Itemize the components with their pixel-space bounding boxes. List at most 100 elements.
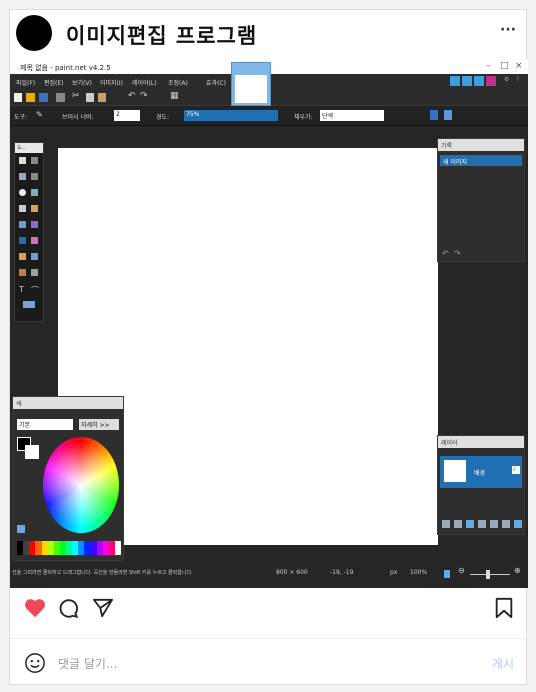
menu-file[interactable]: 파일(F) (16, 78, 35, 87)
avatar[interactable] (16, 15, 52, 51)
unit-label[interactable]: px (390, 569, 397, 576)
print-icon[interactable] (56, 93, 65, 102)
hardness-slider[interactable]: 75% (184, 110, 278, 121)
move-layer-up-icon[interactable] (490, 520, 498, 528)
bookmark-icon[interactable] (494, 597, 514, 619)
color-wheel[interactable] (43, 437, 119, 533)
tool-options-bar: 도구: ✎ 브러시 너비: 2 경도: 75% 채우기: 단색 (10, 106, 528, 126)
colors-panel: 색 기본 자세히 >> (12, 396, 124, 561)
paintbrush-tool-icon[interactable] (19, 237, 26, 244)
duplicate-layer-icon[interactable] (466, 520, 474, 528)
eraser-icon[interactable] (31, 237, 38, 244)
menu-effects[interactable]: 효과(C) (206, 78, 226, 87)
emoji-icon[interactable] (24, 652, 46, 674)
comment-input[interactable]: 댓글 달기... (58, 655, 117, 672)
text-icon[interactable]: T (19, 285, 26, 294)
cut-icon[interactable]: ✂ (72, 91, 80, 101)
move-icon[interactable] (31, 173, 38, 180)
menu-view[interactable]: 보기(V) (72, 78, 92, 87)
zoom-to-window-icon[interactable] (444, 570, 450, 578)
history-item[interactable]: 새 이미지 (440, 155, 522, 166)
image-tab-thumbnail[interactable] (231, 62, 271, 106)
layer-row[interactable]: 배경 ✓ (440, 456, 522, 488)
move-selection-icon[interactable] (31, 157, 38, 164)
paintbrush-icon[interactable]: ✎ (36, 110, 43, 119)
share-icon[interactable] (92, 598, 114, 618)
history-undo-icon[interactable]: ↶ (442, 249, 449, 258)
history-toggle-icon[interactable] (462, 76, 472, 86)
post-title[interactable]: 이미지편집 프로그램 (66, 20, 257, 50)
blend-mode-icon[interactable] (444, 110, 452, 120)
lasso-icon[interactable] (19, 173, 26, 180)
post-header: 이미지편집 프로그램 ··· (10, 10, 528, 58)
paint-bucket-icon[interactable] (19, 221, 26, 228)
delete-layer-icon[interactable] (454, 520, 462, 528)
menu-image[interactable]: 이미지(I) (100, 78, 123, 87)
color-picker-icon[interactable] (31, 253, 38, 260)
grid-icon[interactable]: ▦ (170, 91, 179, 101)
shapes-icon[interactable] (23, 301, 35, 308)
move-layer-down-icon[interactable] (502, 520, 510, 528)
antialias-icon[interactable] (430, 110, 438, 120)
more-options-button[interactable]: ··· (500, 22, 516, 38)
brush-width-input[interactable]: 2 (114, 110, 140, 121)
comment-icon[interactable] (57, 597, 79, 619)
menu-layers[interactable]: 레이어(L) (132, 78, 157, 87)
add-layer-icon[interactable] (442, 520, 450, 528)
settings-icon[interactable]: ⚙ (504, 76, 509, 83)
zoom-icon[interactable] (31, 189, 38, 196)
merge-layer-icon[interactable] (478, 520, 486, 528)
tools-panel-header: 도... (15, 143, 43, 153)
colors-title: 색 (13, 397, 123, 409)
line-curve-icon[interactable]: ⌒ (31, 285, 39, 295)
maximize-icon[interactable]: □ (500, 61, 509, 71)
layer-visible-checkbox[interactable]: ✓ (512, 466, 520, 474)
brush-width-label: 브러시 너비: (62, 114, 94, 121)
zoom-in-icon[interactable]: ⊕ (514, 566, 521, 575)
heart-icon[interactable] (24, 598, 46, 618)
new-file-icon[interactable] (14, 93, 22, 102)
status-bar: 선을 그리려면 클릭하고 드래그합니다. 곡선을 만들려면 Shift 키를 누… (10, 562, 528, 588)
secondary-color-swatch[interactable] (25, 445, 39, 459)
post-actions (10, 588, 528, 628)
rectangle-select-icon[interactable] (19, 157, 26, 164)
open-file-icon[interactable] (26, 93, 35, 102)
save-icon[interactable] (39, 93, 48, 102)
magic-wand-icon[interactable] (19, 205, 26, 212)
instagram-post: 이미지편집 프로그램 ··· 제목 없음 - paint.net v4.2.5 … (9, 9, 528, 685)
more-colors-button[interactable]: 자세히 >> (79, 419, 119, 430)
pencil-icon[interactable] (19, 253, 26, 260)
post-comment-button[interactable]: 게시 (492, 655, 514, 672)
copy-icon[interactable] (86, 93, 94, 102)
gradient-icon[interactable] (31, 221, 38, 228)
ellipse-select-icon[interactable] (19, 189, 26, 196)
hardness-label: 경도: (156, 114, 170, 121)
paste-icon[interactable] (98, 93, 106, 102)
help-icon[interactable]: ? (516, 76, 519, 83)
color-mode-dropdown[interactable]: 기본 (17, 419, 73, 430)
undo-icon[interactable]: ↶ (128, 91, 136, 101)
close-icon[interactable]: × (515, 61, 523, 71)
recolor-icon[interactable] (31, 269, 38, 276)
menu-edit[interactable]: 편집(E) (44, 78, 64, 87)
zoom-slider-thumb[interactable] (486, 570, 490, 579)
minimize-icon[interactable]: – (486, 61, 491, 71)
colors-toggle-icon[interactable] (486, 76, 496, 86)
palette-swatch[interactable] (115, 541, 122, 555)
menu-adjustments[interactable]: 조정(A) (168, 78, 188, 87)
layer-properties-icon[interactable] (514, 520, 522, 528)
clone-stamp-icon[interactable] (19, 269, 26, 276)
history-redo-icon[interactable]: ↷ (454, 249, 461, 258)
fill-dropdown[interactable]: 단색 (320, 110, 384, 121)
layer-thumbnail (444, 460, 466, 482)
redo-icon[interactable]: ↷ (140, 91, 148, 101)
color-palette (17, 541, 122, 555)
add-palette-icon[interactable] (17, 525, 25, 533)
layer-name: 배경 (474, 470, 486, 477)
zoom-out-icon[interactable]: ⊖ (458, 566, 465, 575)
zoom-slider[interactable] (470, 574, 510, 575)
pan-icon[interactable] (31, 205, 38, 212)
tools-toggle-icon[interactable] (450, 76, 460, 86)
layers-toggle-icon[interactable] (474, 76, 484, 86)
zoom-level[interactable]: 100% (410, 569, 427, 576)
